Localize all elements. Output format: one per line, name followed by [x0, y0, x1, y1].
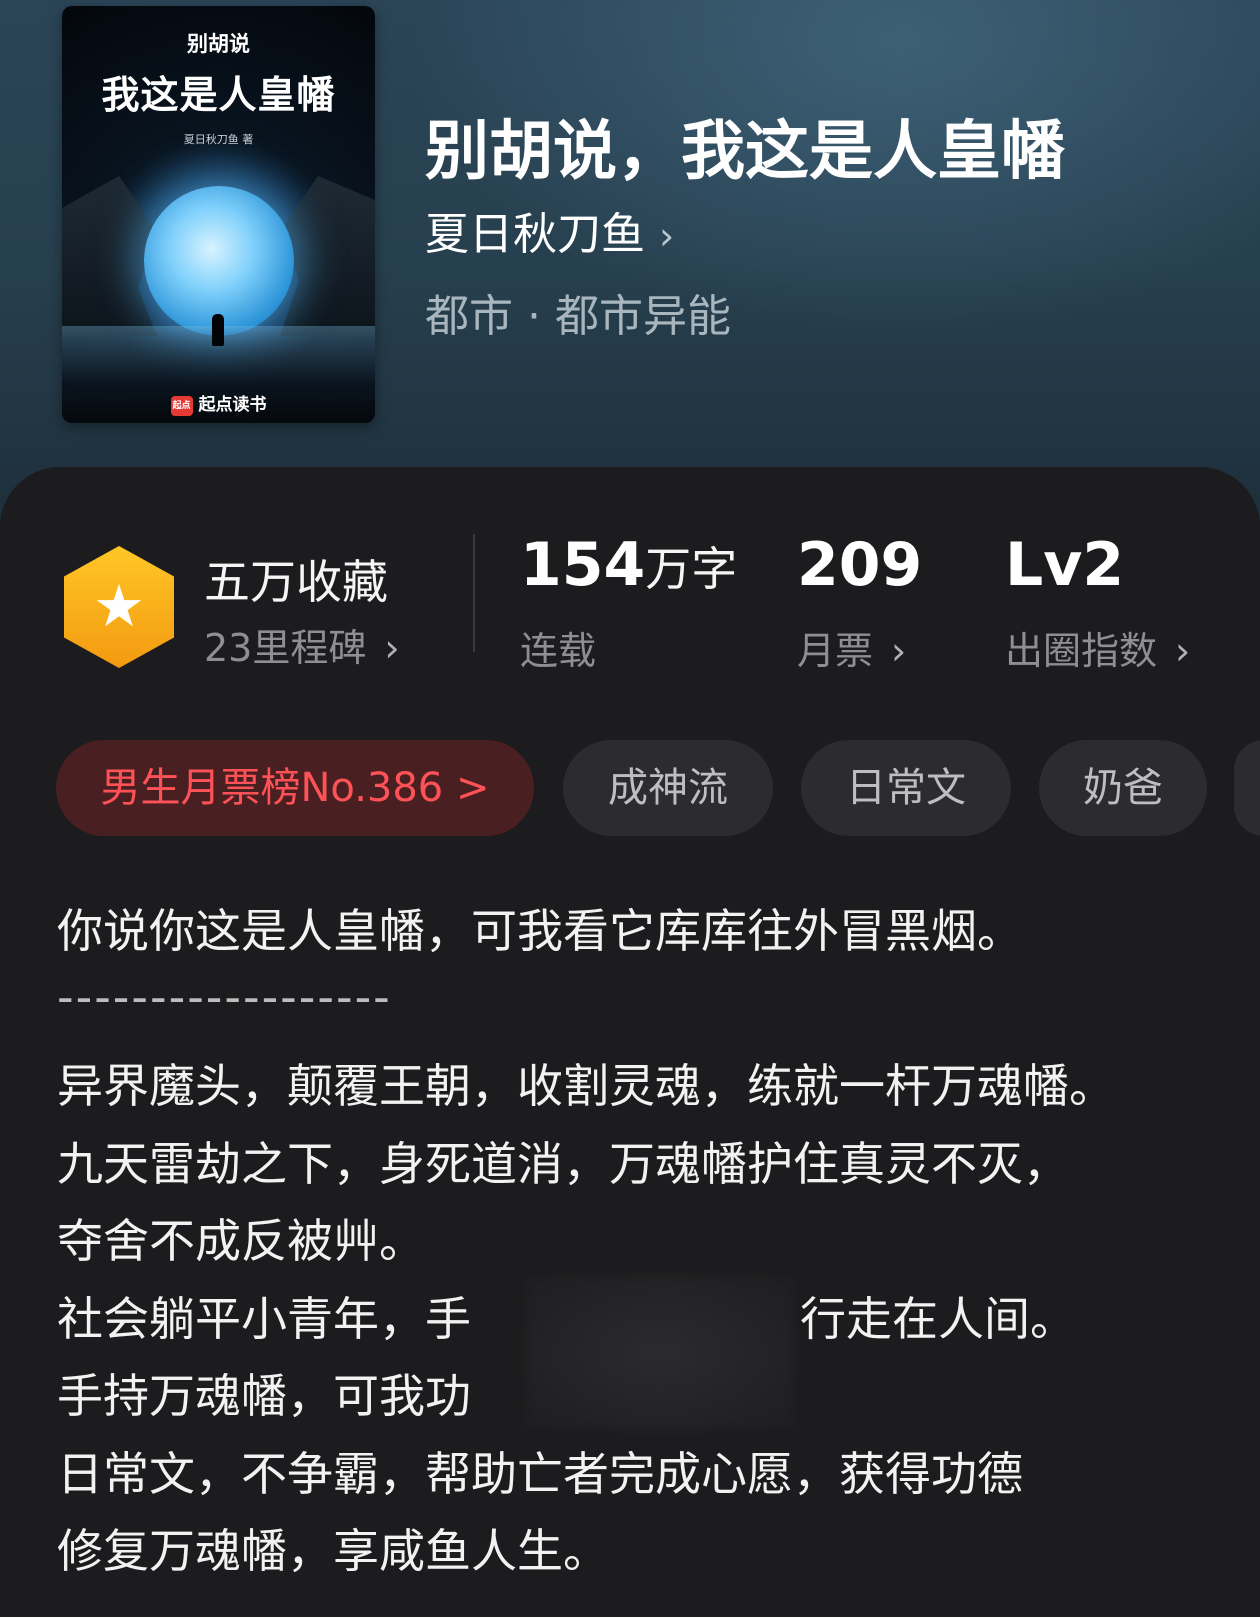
author-link[interactable]: 夏日秋刀鱼 ›	[425, 198, 674, 262]
description-separator: ------------------	[57, 970, 392, 1024]
description-line: 日常文，不争霸，帮助亡者完成心愿，获得功德	[57, 1447, 1023, 1501]
breakout-level-value: Lv2	[1005, 530, 1125, 600]
book-genre: 都市 · 都市异能	[425, 291, 731, 342]
description-line: 手持万魂幡，可我功	[57, 1369, 471, 1423]
description-line: 你说你这是人皇幡，可我看它库库往外冒黑烟。	[57, 904, 1023, 958]
chevron-right-icon: ›	[891, 629, 907, 673]
description-line: 异界魔头，颠覆王朝，收割灵魂，练就一杆万魂幡。	[57, 1059, 1115, 1113]
collection-label: 五万收藏	[204, 555, 388, 609]
tag-chip[interactable]: 成神流	[563, 740, 773, 836]
brand-logo-icon: 起点	[170, 396, 193, 416]
tag-chip[interactable]: 日常文	[801, 740, 1011, 836]
word-count: 154万字	[520, 530, 737, 600]
stats-divider	[473, 534, 475, 652]
chevron-right-icon: ›	[659, 214, 675, 258]
breakout-index-label: 出圈指数	[1005, 629, 1158, 673]
word-count-value: 154	[520, 530, 646, 600]
breakout-index-link[interactable]: 出圈指数 ›	[1005, 620, 1190, 675]
description-line: 修复万魂幡，享咸鱼人生。	[57, 1524, 609, 1578]
monthly-tickets-link[interactable]: 月票 ›	[797, 620, 906, 675]
cover-brand: 起点 起点读书	[62, 390, 375, 416]
cover-figure	[212, 314, 224, 346]
word-count-unit: 万字	[645, 542, 738, 596]
book-title: 别胡说，我这是人皇幡	[425, 114, 1065, 189]
serial-status: 连载	[520, 629, 597, 673]
cover-brand-text: 起点读书	[198, 395, 267, 415]
milestone-count: 23里程碑	[204, 626, 367, 670]
cover-title-text: 我这是人皇幡	[101, 73, 336, 117]
milestone-link[interactable]: 23里程碑 ›	[204, 617, 400, 672]
tag-chip[interactable]: 奶爸	[1039, 740, 1207, 836]
redacted-area	[525, 1275, 795, 1430]
description-line: 社会躺平小青年，手	[57, 1292, 471, 1346]
chevron-right-icon: ›	[384, 626, 400, 670]
cover-top-text: 别胡说	[187, 32, 250, 56]
author-name: 夏日秋刀鱼	[425, 209, 645, 260]
star-icon: ★	[93, 572, 145, 640]
description-line-tail: 行走在人间。	[800, 1292, 1076, 1346]
cover-author-text: 夏日秋刀鱼 著	[183, 133, 254, 146]
tag-chip-partial[interactable]	[1234, 740, 1260, 836]
monthly-tickets: 209	[797, 530, 922, 600]
monthly-tickets-value: 209	[797, 530, 923, 600]
book-cover[interactable]: 别胡说 我这是人皇幡 夏日秋刀鱼 著 起点 起点读书	[62, 6, 375, 423]
rank-tag[interactable]: 男生月票榜No.386 >	[56, 740, 534, 836]
monthly-tickets-label: 月票	[797, 629, 874, 673]
chevron-right-icon: ›	[1175, 629, 1191, 673]
description-line: 九天雷劫之下，身死道消，万魂幡护住真灵不灭，	[57, 1137, 1069, 1191]
breakout-level: Lv2	[1005, 530, 1124, 600]
description-line: 夺舍不成反被艸。	[57, 1214, 425, 1268]
